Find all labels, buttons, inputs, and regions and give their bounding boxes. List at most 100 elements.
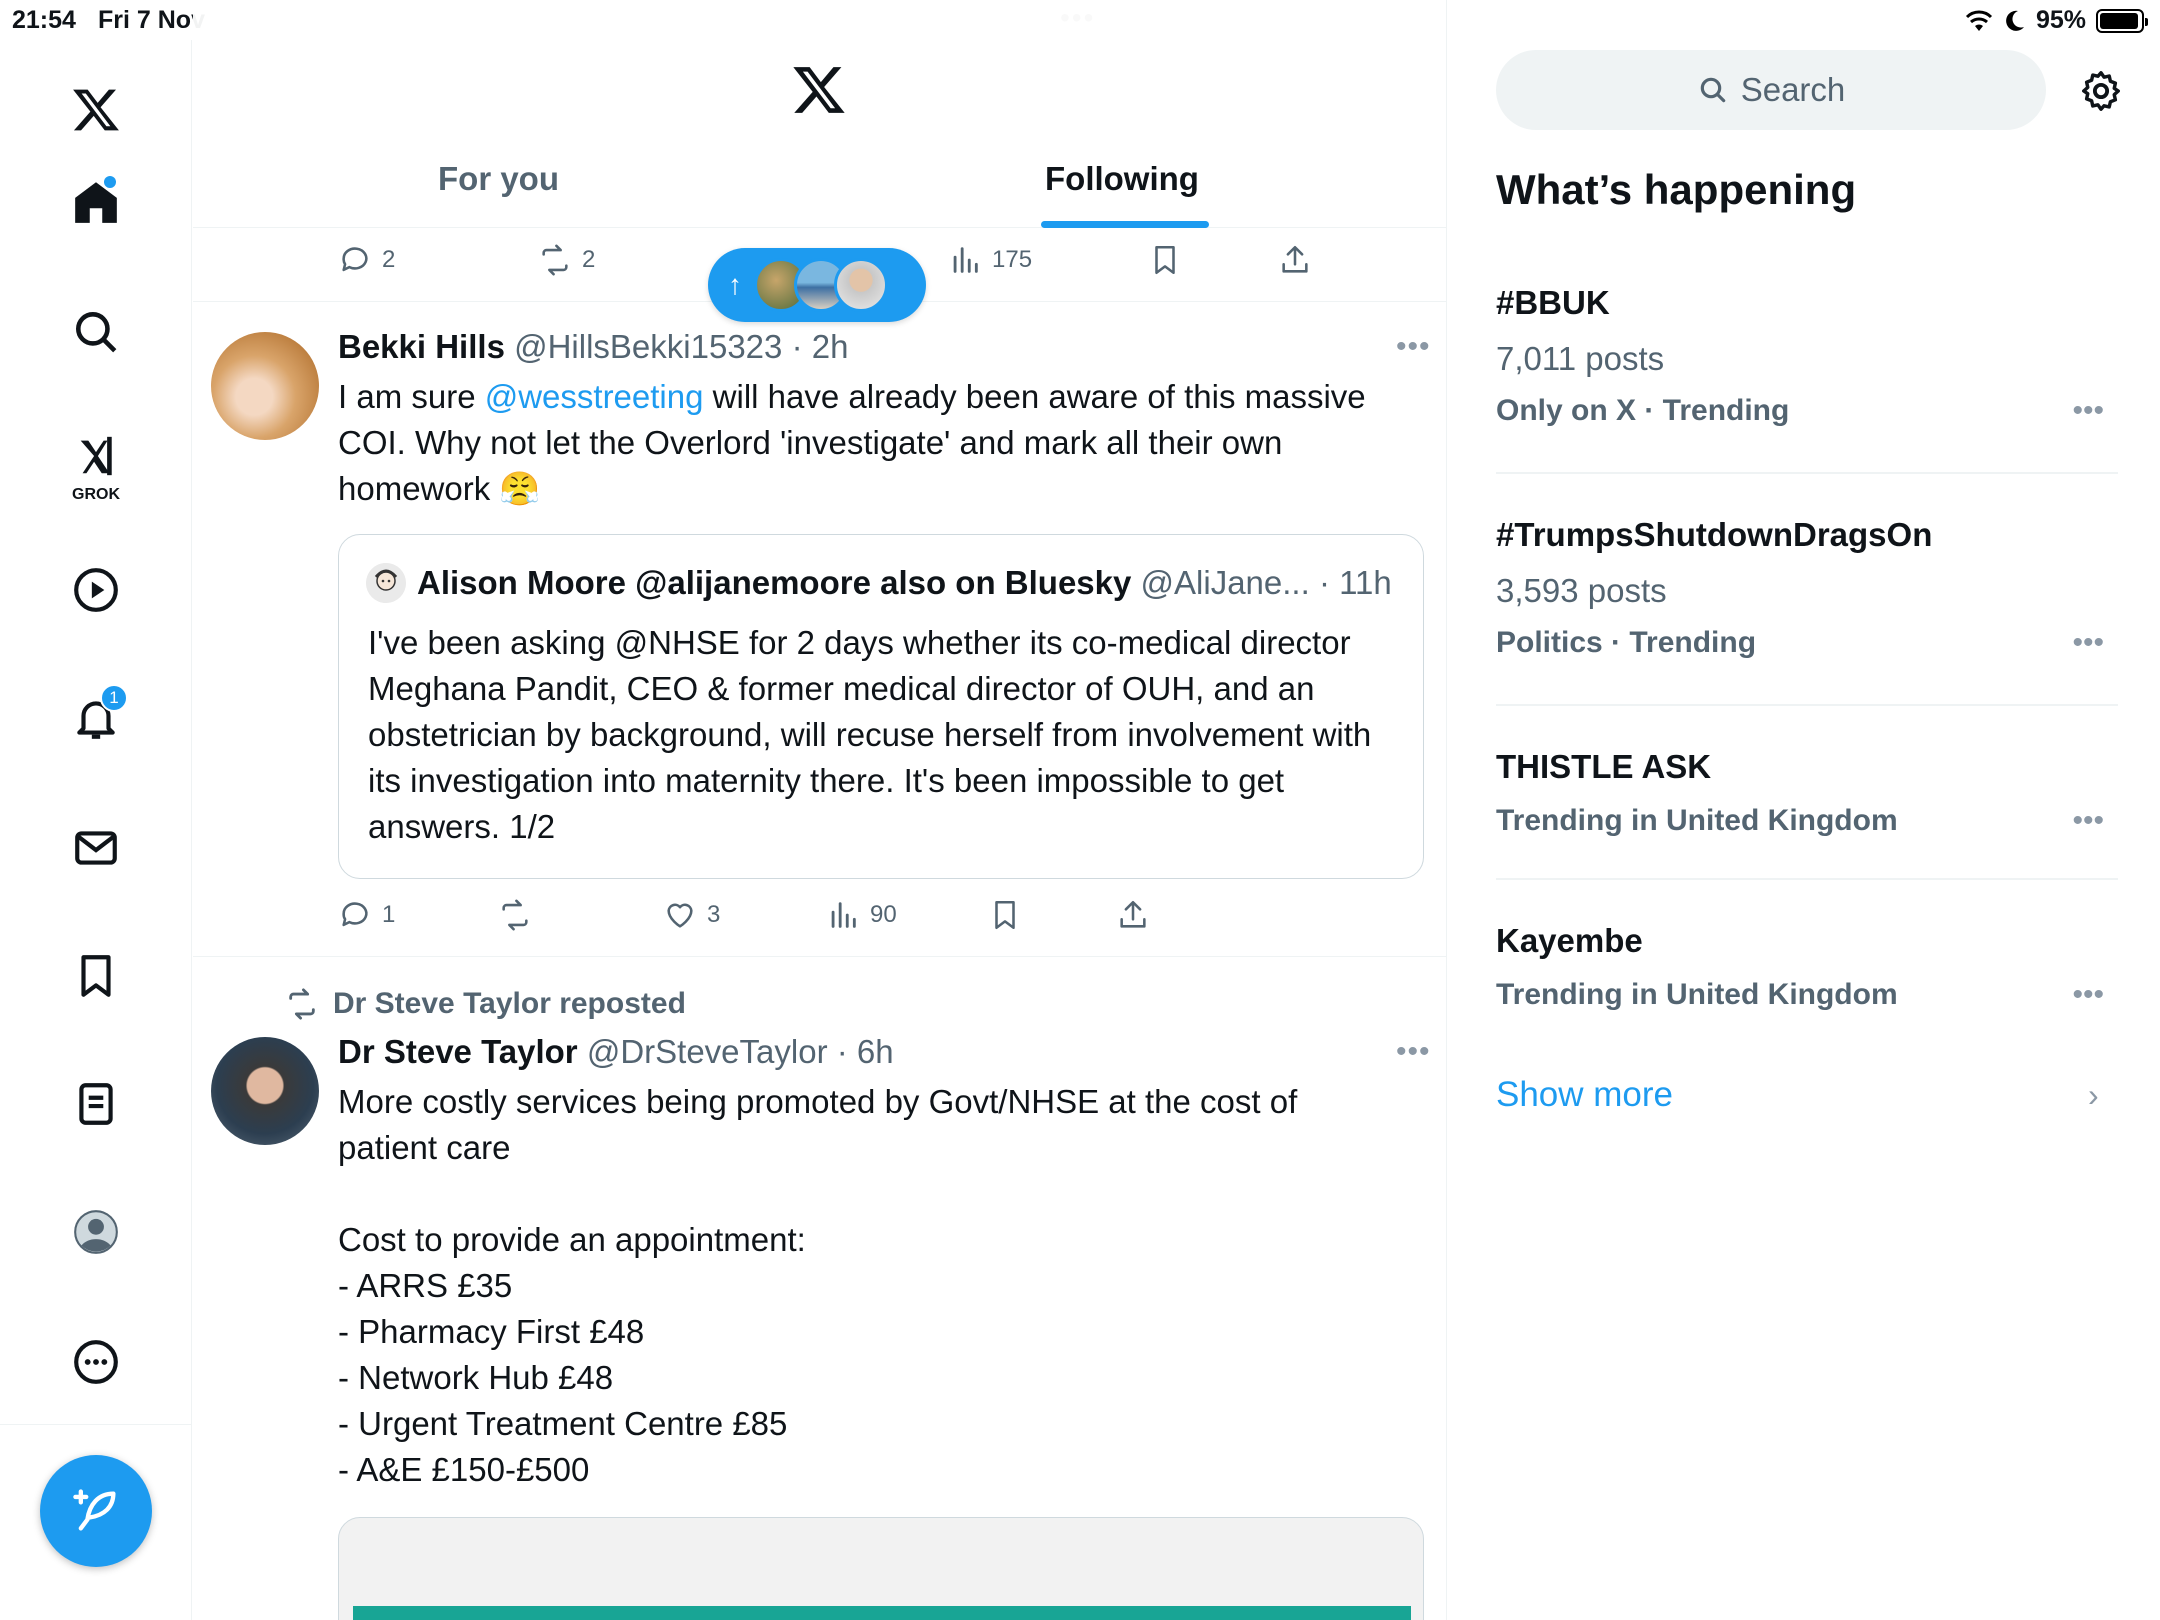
timeline-header: For you Following: [193, 0, 1446, 228]
share-icon: [1282, 245, 1308, 273]
quote-time: · 11h: [1318, 564, 1392, 601]
views-button[interactable]: 90: [826, 898, 897, 932]
lists-icon[interactable]: [56, 1064, 136, 1144]
views-count: 90: [870, 901, 897, 928]
grok-icon[interactable]: GROK: [56, 420, 136, 510]
tweet-text: I am sure @wesstreeting will have alread…: [338, 374, 1428, 512]
repost-button[interactable]: 2: [538, 243, 595, 277]
new-posts-pill[interactable]: ↑: [708, 248, 926, 322]
reply-button[interactable]: 1: [338, 898, 395, 932]
author-name[interactable]: Dr Steve Taylor: [338, 1033, 578, 1070]
reply-count: 1: [382, 901, 396, 928]
repost-indicator: Dr Steve Taylor reposted: [285, 987, 686, 1021]
trend-posts: 7,011 posts: [1496, 340, 1665, 377]
video-icon[interactable]: [56, 550, 136, 630]
mention-link[interactable]: @wesstreeting: [485, 378, 704, 415]
author-handle[interactable]: @DrSteveTaylor: [587, 1033, 828, 1070]
quote-author-name: Alison Moore @alijanemoore also on Blues…: [417, 564, 1132, 601]
trend-context: Only on X · Trending: [1496, 394, 1790, 427]
repost-button[interactable]: [498, 898, 532, 932]
trend-more-icon[interactable]: •••: [2072, 394, 2104, 428]
trend-name: THISTLE ASK: [1496, 748, 1712, 785]
trend-more-icon[interactable]: •••: [2072, 626, 2104, 660]
notifications-badge: 1: [100, 684, 128, 712]
compose-feather-icon: [73, 1489, 116, 1531]
trend-item[interactable]: #BBUK 7,011 posts Only on X · Trending •…: [1496, 284, 2118, 428]
tweet-text-prefix: I am sure: [338, 378, 485, 415]
media-image: [353, 1606, 1411, 1620]
profile-icon[interactable]: [56, 1192, 136, 1272]
bookmarks-icon[interactable]: [56, 936, 136, 1016]
views-icon: [953, 247, 978, 273]
search-icon[interactable]: [56, 292, 136, 372]
arrow-up-icon: ↑: [728, 269, 742, 300]
trend-more-icon[interactable]: •••: [2072, 804, 2104, 838]
tab-following[interactable]: Following: [1045, 160, 1199, 198]
trend-context: Trending in United Kingdom: [1496, 978, 1898, 1011]
tweet-time: · 6h: [836, 1033, 894, 1070]
tweet-time: · 2h: [791, 328, 849, 365]
more-options-icon[interactable]: •••: [1396, 1035, 1431, 1069]
home-unread-dot: [104, 176, 116, 188]
more-icon[interactable]: [56, 1322, 136, 1402]
whats-happening-title: What’s happening: [1496, 166, 1857, 213]
repost-icon: [542, 244, 568, 276]
home-icon[interactable]: [56, 162, 136, 242]
share-button[interactable]: [1278, 243, 1312, 277]
media-card[interactable]: [338, 1517, 1424, 1620]
tweet-author-line: Dr Steve Taylor @DrSteveTaylor · 6h: [338, 1033, 894, 1071]
reposted-by-text[interactable]: Dr Steve Taylor reposted: [333, 987, 686, 1021]
trend-item[interactable]: #TrumpsShutdownDragsOn 3,593 posts Polit…: [1496, 516, 2118, 660]
grok-label: GROK: [72, 486, 120, 503]
avatar[interactable]: [211, 332, 319, 440]
quote-tweet-card[interactable]: Alison Moore @alijanemoore also on Blues…: [338, 534, 1424, 879]
author-handle[interactable]: @HillsBekki15323: [514, 328, 782, 365]
trend-name: #TrumpsShutdownDragsOn: [1496, 516, 1933, 553]
trend-more-icon[interactable]: •••: [2072, 978, 2104, 1012]
reply-icon: [342, 247, 368, 272]
tab-for-you[interactable]: For you: [438, 160, 559, 198]
x-logo-icon[interactable]: [56, 70, 136, 150]
quote-author-line: Alison Moore @alijanemoore also on Blues…: [417, 564, 1392, 602]
reply-icon: [342, 902, 368, 927]
messages-icon[interactable]: [56, 808, 136, 888]
more-options-icon[interactable]: •••: [1396, 330, 1431, 364]
share-icon: [1120, 900, 1146, 928]
quote-author-handle: @AliJane...: [1140, 564, 1310, 601]
trend-context: Politics · Trending: [1496, 626, 1757, 659]
views-button[interactable]: 175: [948, 243, 1032, 277]
tweet-text: More costly services being promoted by G…: [338, 1083, 1298, 1488]
bookmark-button[interactable]: [1148, 243, 1182, 277]
left-nav: GROK 1: [0, 40, 192, 1620]
repost-count: 2: [582, 246, 596, 273]
status-date: Fri 7 Nov: [98, 6, 205, 34]
search-placeholder: Search: [1740, 71, 1846, 108]
right-sidebar: Search What’s happening #BBUK 7,011 post…: [1448, 0, 2160, 1620]
views-count: 175: [992, 246, 1033, 273]
like-button[interactable]: 3: [663, 898, 720, 932]
search-input[interactable]: Search: [1496, 50, 2046, 130]
divider: [193, 956, 1446, 957]
chevron-right-icon: ›: [2088, 1077, 2099, 1113]
trend-item[interactable]: THISTLE ASK Trending in United Kingdom •…: [1496, 748, 2118, 838]
notifications-icon[interactable]: 1: [56, 678, 136, 758]
show-more-link[interactable]: Show more: [1496, 1075, 1673, 1115]
compose-post-button[interactable]: [40, 1455, 152, 1567]
reply-button[interactable]: 2: [338, 243, 395, 277]
repost-icon: [502, 899, 528, 931]
status-time: 21:54: [12, 6, 76, 34]
bookmark-icon: [1155, 245, 1175, 275]
like-count: 3: [707, 901, 721, 928]
author-name[interactable]: Bekki Hills: [338, 328, 505, 365]
trend-item[interactable]: Kayembe Trending in United Kingdom •••: [1496, 922, 2118, 1012]
share-button[interactable]: [1116, 898, 1150, 932]
main-timeline: For you Following ↑ 2 2 175 Bekki Hills …: [193, 0, 1447, 1620]
bookmark-button[interactable]: [988, 898, 1022, 932]
repost-icon: [289, 988, 315, 1020]
avatar[interactable]: [211, 1037, 319, 1145]
divider: [1496, 878, 2118, 880]
quote-text: I've been asking @NHSE for 2 days whethe…: [368, 624, 1372, 845]
settings-gear-icon[interactable]: [2078, 68, 2124, 114]
search-icon: [1700, 77, 1725, 103]
quote-avatar: [366, 563, 406, 603]
